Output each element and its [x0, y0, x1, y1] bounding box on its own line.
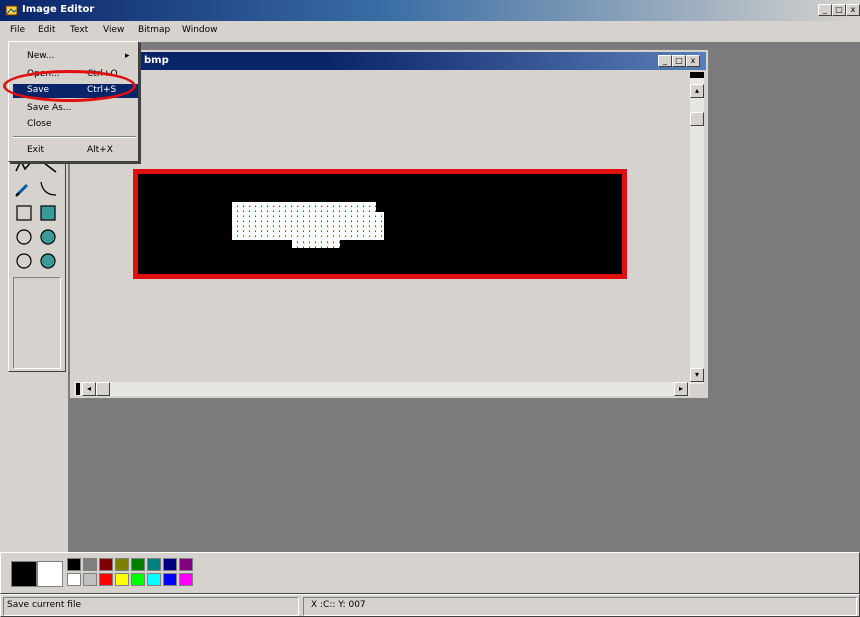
menu-item-exit-shortcut: Alt+X	[87, 145, 113, 155]
color-swatch[interactable]	[163, 558, 177, 571]
close-button[interactable]: x	[846, 4, 860, 16]
status-coords-pane	[303, 597, 857, 616]
rounded-rect-tool-icon[interactable]	[13, 251, 35, 271]
maximize-button[interactable]: □	[832, 4, 846, 16]
scroll-up-button[interactable]: ▴	[690, 84, 704, 98]
menu-view[interactable]: View	[103, 25, 124, 35]
status-bar: Save current file X :C:: Y: 007	[0, 594, 860, 617]
rectangle-tool-icon[interactable]	[13, 203, 35, 223]
scroll-top-marker	[690, 72, 704, 78]
menu-item-new-label: New...	[27, 51, 55, 61]
curve-tool-icon[interactable]	[37, 179, 59, 199]
menu-separator	[13, 136, 136, 138]
menu-item-close-label: Close	[27, 119, 52, 129]
color-swatch[interactable]	[147, 558, 161, 571]
menu-item-save-as[interactable]: Save As...	[13, 102, 138, 116]
color-swatch[interactable]	[131, 573, 145, 586]
menu-bitmap[interactable]: Bitmap	[138, 25, 170, 35]
app-title: Image Editor	[22, 4, 95, 15]
child-maximize-button[interactable]: □	[672, 55, 686, 67]
scroll-left-marker	[76, 383, 80, 395]
child-close-button[interactable]: x	[686, 55, 700, 67]
color-swatch[interactable]	[67, 558, 81, 571]
color-swatch[interactable]	[99, 558, 113, 571]
cursor-coordinates: X :C:: Y: 007	[311, 600, 366, 610]
color-swatch[interactable]	[179, 573, 193, 586]
bitmap-window-title-bar[interactable]: bmp _ □ x	[72, 52, 706, 70]
bitmap-image[interactable]	[133, 169, 627, 279]
vertical-scrollbar[interactable]: ▴ ▾	[690, 72, 704, 384]
color-palette-bar	[0, 552, 860, 594]
color-swatches	[67, 558, 197, 590]
bitmap-window-title: bmp	[144, 55, 169, 66]
app-title-bar[interactable]: Image Editor _ □ x	[0, 0, 860, 21]
brush-tool-icon[interactable]	[13, 179, 35, 199]
bitmap-pixels-bottom	[292, 238, 340, 248]
color-swatch[interactable]	[83, 573, 97, 586]
scroll-down-button[interactable]: ▾	[690, 368, 704, 382]
scroll-right-button[interactable]: ▸	[674, 382, 688, 396]
filled-rounded-rect-tool-icon[interactable]	[37, 251, 59, 271]
color-swatch[interactable]	[115, 558, 129, 571]
color-swatch[interactable]	[99, 573, 113, 586]
bitmap-pixels-middle	[232, 212, 384, 240]
ellipse-tool-icon[interactable]	[13, 227, 35, 247]
menu-edit[interactable]: Edit	[38, 25, 55, 35]
foreground-color[interactable]	[11, 561, 37, 587]
menu-text[interactable]: Text	[70, 25, 88, 35]
vertical-scroll-thumb[interactable]	[690, 112, 704, 126]
tool-options-panel	[13, 277, 61, 369]
menu-file[interactable]: File	[10, 25, 25, 35]
submenu-arrow-icon: ▸	[125, 51, 130, 61]
horizontal-scroll-thumb[interactable]	[96, 382, 110, 396]
app-icon	[5, 4, 18, 16]
background-color[interactable]	[37, 561, 63, 587]
menu-item-save-as-label: Save As...	[27, 103, 72, 113]
menu-item-exit-label: Exit	[27, 145, 45, 155]
color-swatch[interactable]	[115, 573, 129, 586]
minimize-button[interactable]: _	[818, 4, 832, 16]
menu-item-new[interactable]: New... ▸	[13, 50, 138, 64]
menu-bar: File Edit Text View Bitmap Window	[0, 21, 860, 41]
horizontal-scrollbar[interactable]: ◂ ▸	[74, 382, 690, 396]
bitmap-pixels-top	[232, 202, 376, 212]
color-swatch[interactable]	[83, 558, 97, 571]
filled-ellipse-tool-icon[interactable]	[37, 227, 59, 247]
menu-window[interactable]: Window	[182, 25, 218, 35]
color-swatch[interactable]	[67, 573, 81, 586]
menu-item-exit[interactable]: Exit Alt+X	[13, 144, 138, 158]
child-minimize-button[interactable]: _	[658, 55, 672, 67]
menu-item-close[interactable]: Close	[13, 118, 138, 132]
color-swatch[interactable]	[163, 573, 177, 586]
color-swatch[interactable]	[179, 558, 193, 571]
color-swatch[interactable]	[147, 573, 161, 586]
scroll-left-button[interactable]: ◂	[82, 382, 96, 396]
status-message: Save current file	[7, 600, 81, 610]
filled-rectangle-tool-icon[interactable]	[37, 203, 59, 223]
color-swatch[interactable]	[131, 558, 145, 571]
annotation-ellipse	[3, 70, 136, 102]
